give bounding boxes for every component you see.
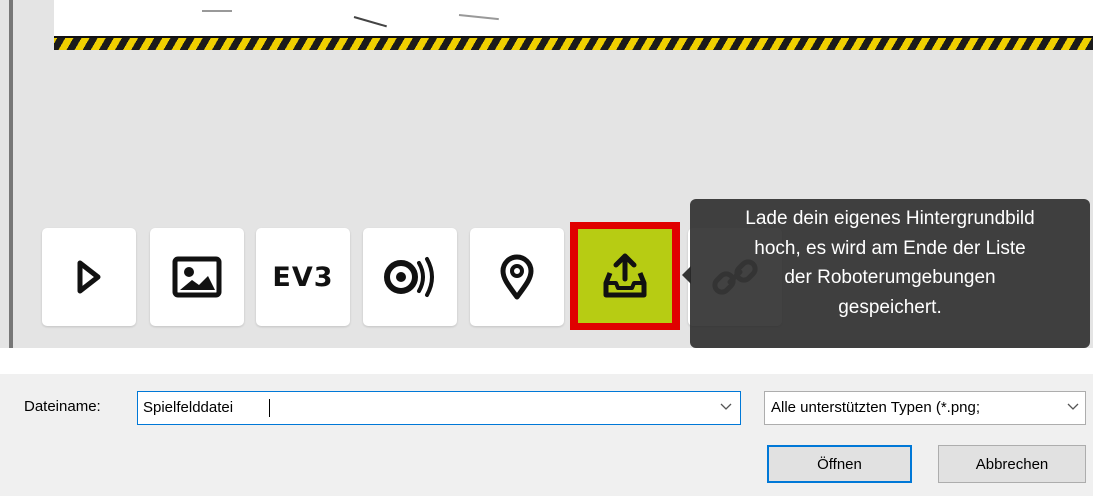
tooltip-line: gespeichert. [838,296,942,318]
background-image-button[interactable] [150,228,244,326]
upload-background-button[interactable] [578,229,672,323]
location-button[interactable] [470,228,564,326]
filename-value[interactable]: Spielfelddatei [143,399,233,416]
ev3-logo-icon: EV3 [272,261,334,293]
upload-tooltip: Lade dein eigenes Hintergrundbild hoch, … [690,199,1090,348]
file-type-value: Alle unterstützten Typen (*.png; [771,399,981,416]
filename-combobox[interactable]: Spielfelddatei [137,391,741,425]
upload-tray-icon [603,253,647,298]
open-button[interactable]: Öffnen [767,445,912,483]
hazard-stripe [54,36,1093,50]
ev3-button[interactable]: EV3 [256,228,350,326]
image-icon [172,256,222,298]
tooltip-line: der Roboterumgebungen [784,267,996,288]
location-pin-icon [500,254,534,300]
file-type-select[interactable]: Alle unterstützten Typen (*.png; [764,391,1086,425]
tooltip-line: hoch, es wird am Ende der Liste [754,237,1026,259]
playfield-image [54,0,1093,36]
sound-sensor-icon [384,257,434,297]
play-outline-icon [77,260,101,294]
text-caret [269,399,270,417]
sim-border [9,0,13,348]
tooltip-line: Lade dein eigenes Hintergrundbild [745,208,1035,229]
chevron-down-icon [1067,403,1079,410]
play-button[interactable] [42,228,136,326]
filename-label: Dateiname: [24,398,101,415]
sound-button[interactable] [363,228,457,326]
cancel-button[interactable]: Abbrechen [938,445,1086,483]
simulation-area: EV3 Lade dein eigenes Hintergrundbild ho… [0,0,1093,348]
chevron-down-icon[interactable] [720,403,732,411]
